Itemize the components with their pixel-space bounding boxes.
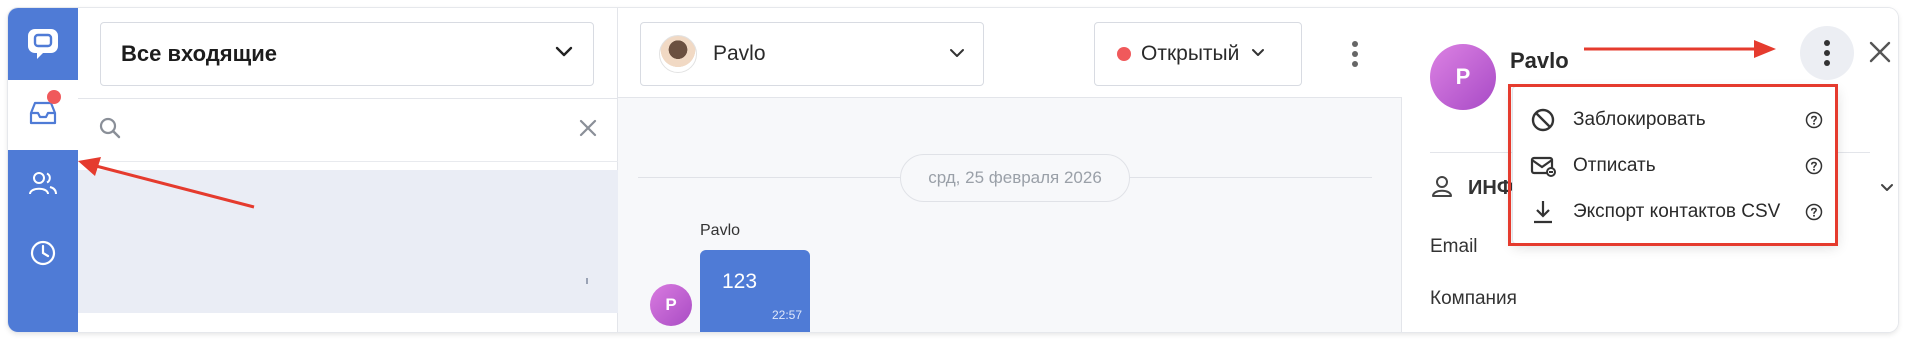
nav-rail (8, 8, 78, 332)
block-icon (1529, 106, 1557, 134)
conversation-panel: Pavlo Открытый срд, 25 февраля 2026 Pavl… (618, 8, 1402, 332)
message-text: 123 (722, 270, 758, 293)
more-vertical-icon[interactable] (1340, 34, 1370, 74)
assignee-name: Pavlo (713, 42, 766, 65)
notification-badge (47, 90, 61, 104)
help-icon[interactable] (1805, 203, 1823, 221)
menu-item-label: Отписать (1573, 155, 1656, 176)
user-icon (1430, 174, 1454, 203)
status-label: Открытый (1141, 42, 1240, 65)
download-icon (1529, 198, 1557, 226)
sidebar-item-inbox[interactable] (8, 80, 78, 150)
chevron-down-icon (1251, 45, 1265, 63)
menu-item-unsubscribe[interactable]: Отписать (1513, 143, 1839, 189)
info-section-label: ИНФ (1468, 176, 1514, 199)
contacts-icon (28, 170, 58, 201)
mail-unsubscribe-icon (1529, 152, 1557, 180)
assignee-selector[interactable]: Pavlo (640, 22, 984, 86)
inbox-panel: Все входящие (78, 8, 618, 332)
scroll-marker (586, 278, 588, 284)
avatar: P (1430, 44, 1496, 110)
avatar (659, 35, 697, 73)
inbox-selector[interactable]: Все входящие (100, 22, 594, 86)
status-selector[interactable]: Открытый (1094, 22, 1302, 86)
field-label-company: Компания (1430, 288, 1517, 309)
search-icon (98, 116, 122, 145)
menu-item-label: Заблокировать (1573, 109, 1706, 130)
inbox-selector-label: Все входящие (121, 41, 277, 66)
list-item[interactable] (78, 170, 618, 313)
help-icon[interactable] (1805, 111, 1823, 129)
help-icon[interactable] (1805, 157, 1823, 175)
contact-actions-menu: Заблокировать Отписать Экспорт контактов… (1512, 86, 1838, 244)
sidebar-item-history[interactable] (8, 220, 78, 290)
status-dot (1117, 47, 1131, 61)
date-divider: срд, 25 февраля 2026 (900, 154, 1130, 202)
avatar: P (650, 284, 692, 326)
chevron-down-icon (555, 45, 573, 63)
clear-search-icon[interactable] (578, 118, 598, 143)
chevron-down-icon[interactable] (1880, 180, 1894, 198)
search-input[interactable] (132, 110, 578, 150)
contact-name: Pavlo (1510, 48, 1569, 73)
search-bar (78, 99, 618, 161)
menu-item-export-csv[interactable]: Экспорт контактов CSV (1513, 189, 1839, 235)
close-icon[interactable] (1864, 36, 1896, 68)
inbox-icon (28, 100, 58, 131)
chat-logo-icon[interactable] (8, 8, 78, 78)
message-bubble: 123 22:57 (700, 250, 810, 332)
more-vertical-icon[interactable] (1800, 26, 1854, 80)
divider (78, 161, 618, 162)
clock-icon (29, 239, 57, 272)
sidebar-item-contacts[interactable] (8, 150, 78, 220)
message-time: 22:57 (771, 308, 802, 322)
field-label-email: Email (1430, 236, 1478, 257)
chevron-down-icon (949, 45, 965, 63)
menu-item-label: Экспорт контактов CSV (1573, 201, 1781, 222)
conversation-header: Pavlo Открытый (618, 8, 1402, 98)
menu-item-block[interactable]: Заблокировать (1513, 97, 1839, 143)
message-sender: Pavlo (700, 222, 741, 239)
